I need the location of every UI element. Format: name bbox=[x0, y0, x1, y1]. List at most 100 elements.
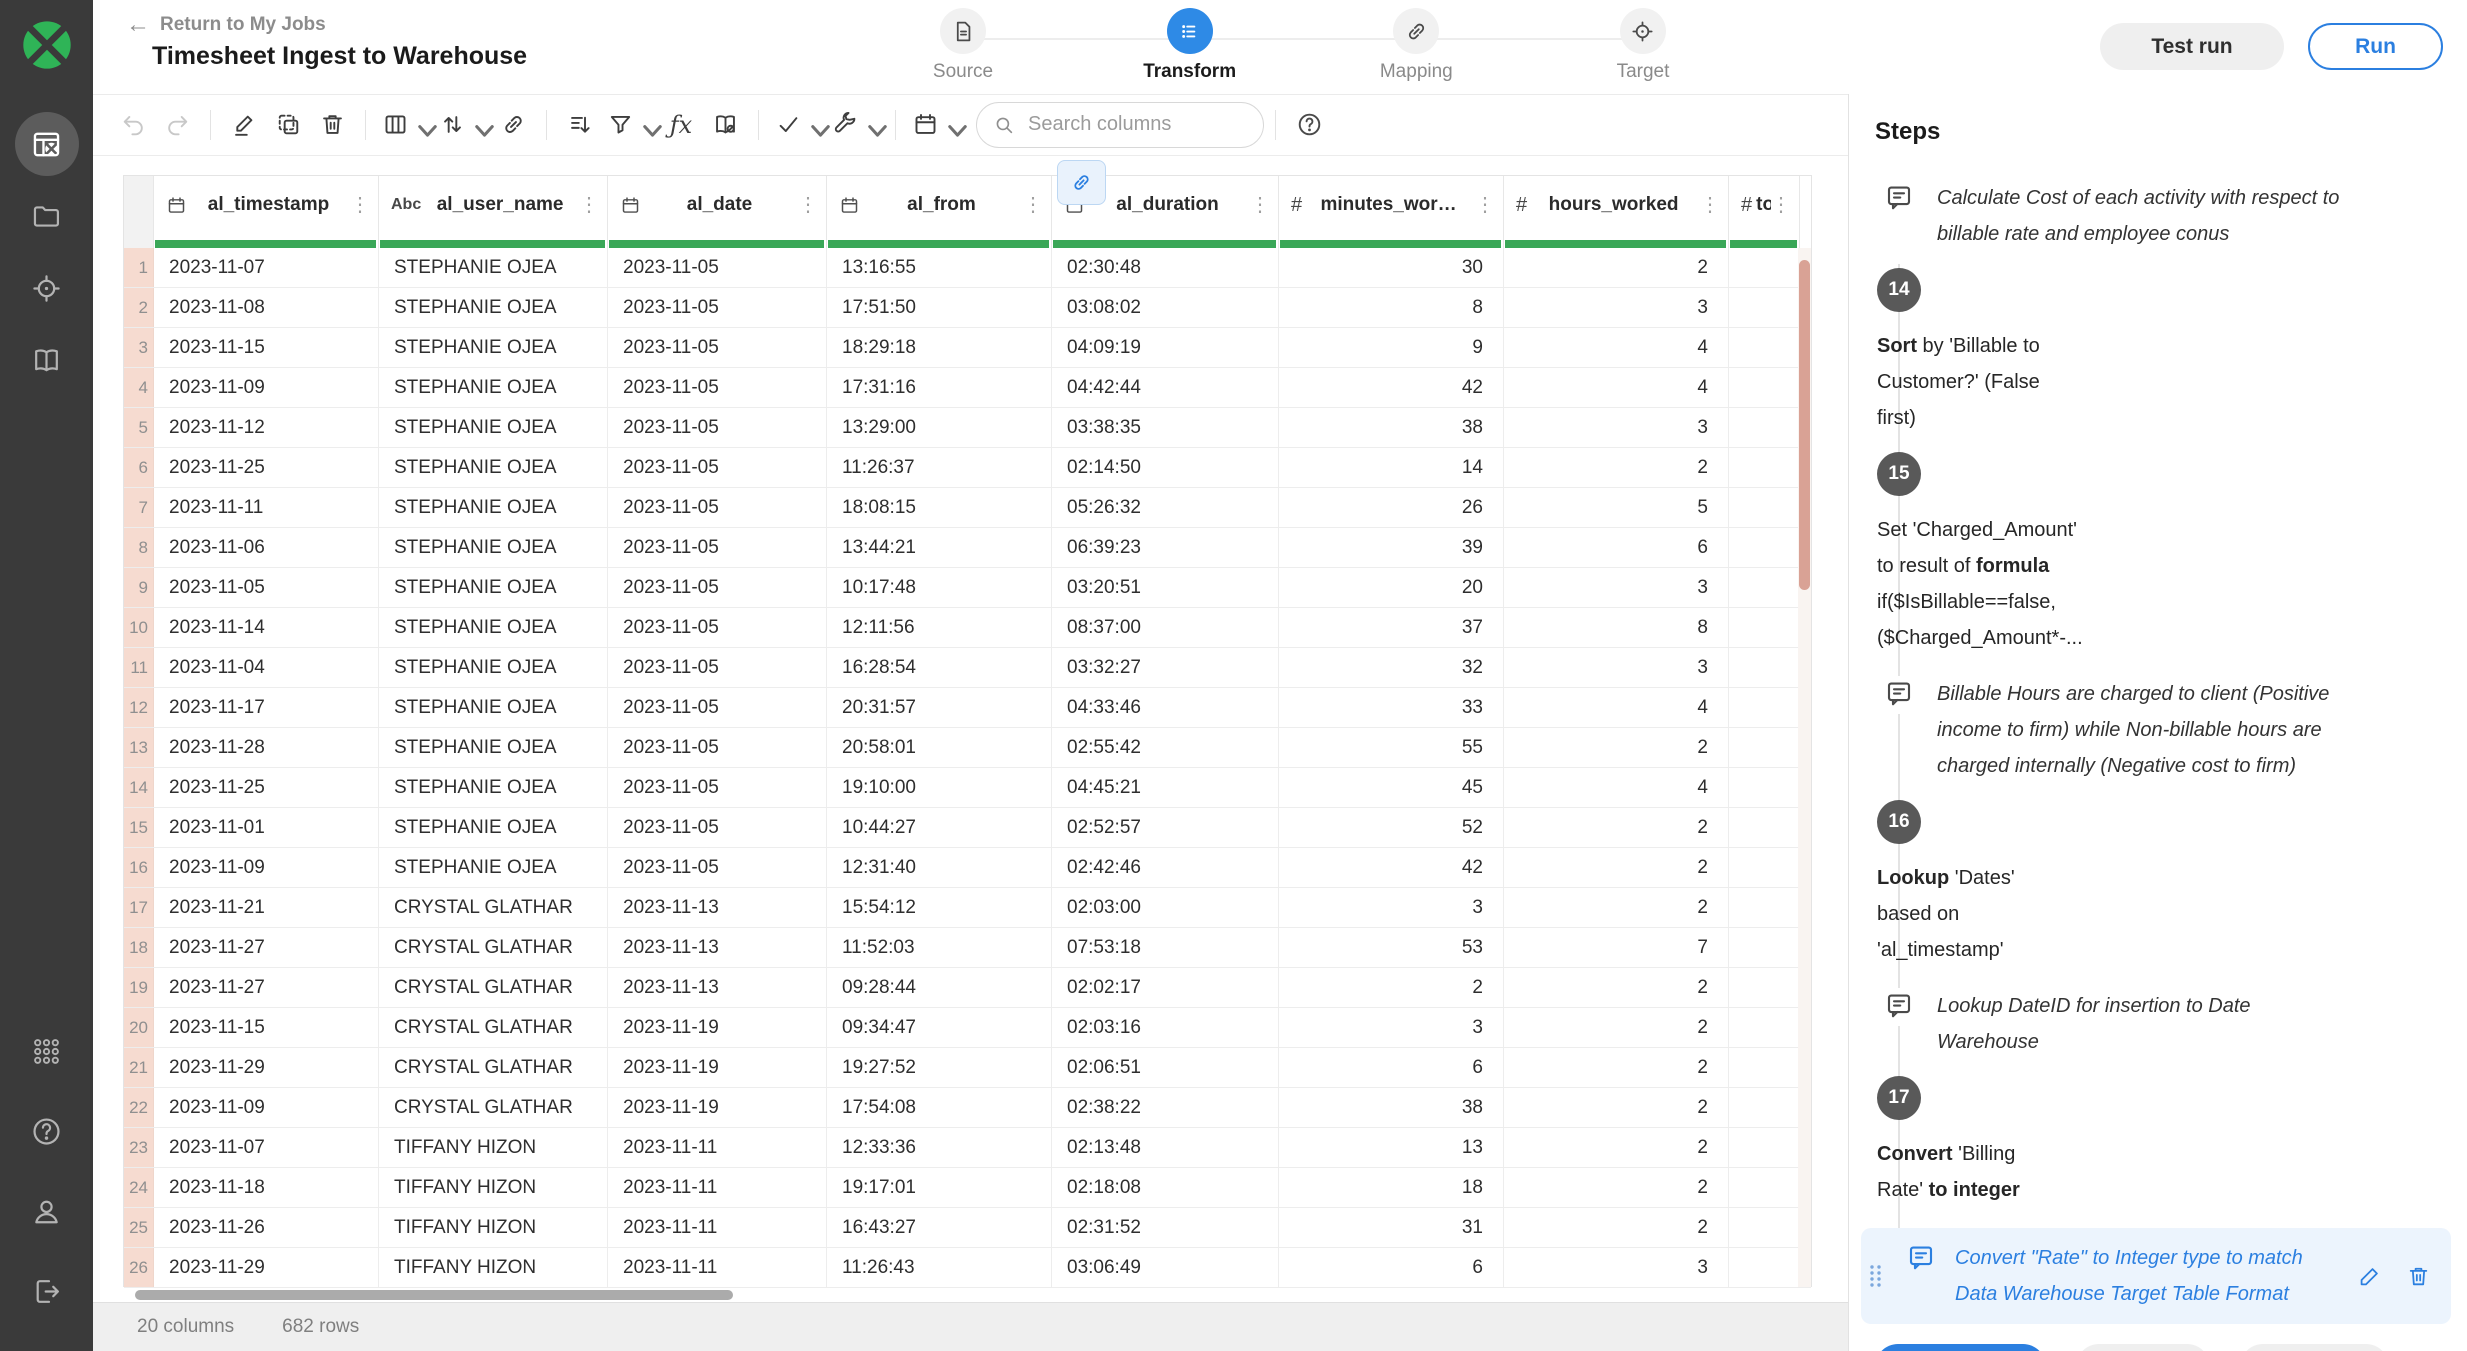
column-link-badge[interactable] bbox=[1057, 160, 1106, 205]
table-cell[interactable]: 2023-11-25 bbox=[154, 448, 379, 487]
table-cell[interactable]: 2023-11-21 bbox=[154, 888, 379, 927]
table-row[interactable]: 232023-11-07TIFFANY HIZON2023-11-1112:33… bbox=[124, 1128, 1811, 1168]
table-row[interactable]: 62023-11-25STEPHANIE OJEA2023-11-0511:26… bbox=[124, 448, 1811, 488]
add-step-button[interactable]: Add step bbox=[1875, 1344, 2046, 1351]
table-cell[interactable] bbox=[1729, 848, 1800, 887]
table-cell[interactable] bbox=[1729, 608, 1800, 647]
table-cell[interactable]: 15:54:12 bbox=[827, 888, 1052, 927]
table-cell[interactable]: 2023-11-28 bbox=[154, 728, 379, 767]
table-row[interactable]: 32023-11-15STEPHANIE OJEA2023-11-0518:29… bbox=[124, 328, 1811, 368]
table-cell[interactable]: 6 bbox=[1279, 1248, 1504, 1287]
run-button[interactable]: Run bbox=[2308, 23, 2443, 70]
table-cell[interactable]: STEPHANIE OJEA bbox=[379, 568, 608, 607]
table-cell[interactable]: 13 bbox=[1279, 1128, 1504, 1167]
table-cell[interactable]: 5 bbox=[1504, 488, 1729, 527]
add-group-button[interactable]: Add group bbox=[2240, 1344, 2389, 1351]
table-cell[interactable]: 2023-11-05 bbox=[608, 648, 827, 687]
table-cell[interactable]: 2 bbox=[1504, 728, 1729, 767]
table-cell[interactable]: 8 bbox=[1504, 608, 1729, 647]
table-row[interactable]: 212023-11-29CRYSTAL GLATHAR2023-11-1919:… bbox=[124, 1048, 1811, 1088]
table-cell[interactable]: 31 bbox=[1279, 1208, 1504, 1247]
column-header-minutes_wor[interactable]: # minutes_wor… ⋮ bbox=[1279, 176, 1504, 248]
table-cell[interactable]: 2 bbox=[1504, 1088, 1729, 1127]
table-cell[interactable] bbox=[1729, 688, 1800, 727]
table-cell[interactable] bbox=[1729, 1208, 1800, 1247]
table-cell[interactable]: CRYSTAL GLATHAR bbox=[379, 968, 608, 1007]
table-row[interactable]: 82023-11-06STEPHANIE OJEA2023-11-0513:44… bbox=[124, 528, 1811, 568]
table-cell[interactable]: 2023-11-05 bbox=[154, 568, 379, 607]
table-cell[interactable]: 55 bbox=[1279, 728, 1504, 767]
sidebar-item-apps-grid[interactable] bbox=[15, 1019, 79, 1083]
table-cell[interactable]: 08:37:00 bbox=[1052, 608, 1279, 647]
stepper-target[interactable]: Target bbox=[1558, 8, 1728, 83]
horizontal-scrollbar[interactable] bbox=[123, 1289, 1812, 1301]
table-cell[interactable]: 2 bbox=[1504, 968, 1729, 1007]
table-cell[interactable]: 10:44:27 bbox=[827, 808, 1052, 847]
table-cell[interactable]: 19:17:01 bbox=[827, 1168, 1052, 1207]
table-cell[interactable]: 02:42:46 bbox=[1052, 848, 1279, 887]
table-cell[interactable]: 2023-11-05 bbox=[608, 368, 827, 407]
table-cell[interactable]: 2023-11-05 bbox=[608, 528, 827, 567]
sidebar-item-wrangle-grid[interactable] bbox=[15, 112, 79, 176]
table-cell[interactable]: 32 bbox=[1279, 648, 1504, 687]
table-cell[interactable]: 02:18:08 bbox=[1052, 1168, 1279, 1207]
table-cell[interactable]: 02:14:50 bbox=[1052, 448, 1279, 487]
recipe-note-selected[interactable]: Convert "Rate" to Integer type to match … bbox=[1861, 1228, 2451, 1324]
column-header-al_date[interactable]: al_date ⋮ bbox=[608, 176, 827, 248]
table-cell[interactable]: 13:44:21 bbox=[827, 528, 1052, 567]
table-cell[interactable]: 2023-11-11 bbox=[608, 1248, 827, 1287]
column-menu-icon[interactable]: ⋮ bbox=[1771, 195, 1791, 215]
table-cell[interactable]: 2023-11-06 bbox=[154, 528, 379, 567]
sidebar-item-logout[interactable] bbox=[15, 1259, 79, 1323]
undo-button[interactable] bbox=[111, 102, 155, 148]
table-cell[interactable]: 02:06:51 bbox=[1052, 1048, 1279, 1087]
table-cell[interactable]: 10:17:48 bbox=[827, 568, 1052, 607]
table-cell[interactable]: STEPHANIE OJEA bbox=[379, 408, 608, 447]
table-cell[interactable] bbox=[1729, 768, 1800, 807]
stepper-mapping[interactable]: Mapping bbox=[1331, 8, 1501, 83]
table-cell[interactable]: 2023-11-15 bbox=[154, 328, 379, 367]
table-cell[interactable]: 14 bbox=[1279, 448, 1504, 487]
table-cell[interactable]: 2023-11-19 bbox=[608, 1088, 827, 1127]
columns-button[interactable] bbox=[377, 102, 434, 148]
table-cell[interactable]: 2023-11-17 bbox=[154, 688, 379, 727]
table-cell[interactable]: 2 bbox=[1504, 1048, 1729, 1087]
table-cell[interactable]: 2023-11-11 bbox=[154, 488, 379, 527]
table-row[interactable]: 162023-11-09STEPHANIE OJEA2023-11-0512:3… bbox=[124, 848, 1811, 888]
table-cell[interactable]: 2 bbox=[1279, 968, 1504, 1007]
table-cell[interactable] bbox=[1729, 888, 1800, 927]
table-cell[interactable]: STEPHANIE OJEA bbox=[379, 248, 608, 287]
recipe-step-16[interactable]: 16 Lookup 'Dates' based on 'al_timestamp… bbox=[1877, 804, 2047, 968]
table-row[interactable]: 172023-11-21CRYSTAL GLATHAR2023-11-1315:… bbox=[124, 888, 1811, 928]
table-cell[interactable]: 17:31:16 bbox=[827, 368, 1052, 407]
table-cell[interactable]: 45 bbox=[1279, 768, 1504, 807]
sidebar-item-help[interactable] bbox=[15, 1099, 79, 1163]
table-row[interactable]: 132023-11-28STEPHANIE OJEA2023-11-0520:5… bbox=[124, 728, 1811, 768]
table-cell[interactable]: 2023-11-05 bbox=[608, 568, 827, 607]
table-cell[interactable]: STEPHANIE OJEA bbox=[379, 448, 608, 487]
table-cell[interactable]: 03:06:49 bbox=[1052, 1248, 1279, 1287]
table-cell[interactable]: 02:31:52 bbox=[1052, 1208, 1279, 1247]
table-cell[interactable]: 2023-11-05 bbox=[608, 768, 827, 807]
table-cell[interactable]: 6 bbox=[1279, 1048, 1504, 1087]
table-cell[interactable]: 2023-11-18 bbox=[154, 1168, 379, 1207]
table-cell[interactable]: 2023-11-15 bbox=[154, 1008, 379, 1047]
add-note-button[interactable]: Add note bbox=[2076, 1344, 2211, 1351]
table-cell[interactable]: 2023-11-07 bbox=[154, 248, 379, 287]
table-cell[interactable]: STEPHANIE OJEA bbox=[379, 808, 608, 847]
table-cell[interactable]: STEPHANIE OJEA bbox=[379, 688, 608, 727]
column-menu-icon[interactable]: ⋮ bbox=[579, 195, 599, 215]
table-cell[interactable] bbox=[1729, 488, 1800, 527]
table-cell[interactable]: 2023-11-19 bbox=[608, 1048, 827, 1087]
sort-rows-button[interactable] bbox=[558, 102, 602, 148]
table-cell[interactable]: 16:43:27 bbox=[827, 1208, 1052, 1247]
table-cell[interactable]: 2 bbox=[1504, 848, 1729, 887]
table-cell[interactable]: 2023-11-05 bbox=[608, 328, 827, 367]
table-row[interactable]: 202023-11-15CRYSTAL GLATHAR2023-11-1909:… bbox=[124, 1008, 1811, 1048]
table-cell[interactable]: 02:02:17 bbox=[1052, 968, 1279, 1007]
table-cell[interactable]: 2023-11-11 bbox=[608, 1168, 827, 1207]
table-cell[interactable]: 2023-11-05 bbox=[608, 248, 827, 287]
table-cell[interactable]: 02:52:57 bbox=[1052, 808, 1279, 847]
tools-button[interactable] bbox=[827, 102, 884, 148]
edit-button[interactable] bbox=[222, 102, 266, 148]
